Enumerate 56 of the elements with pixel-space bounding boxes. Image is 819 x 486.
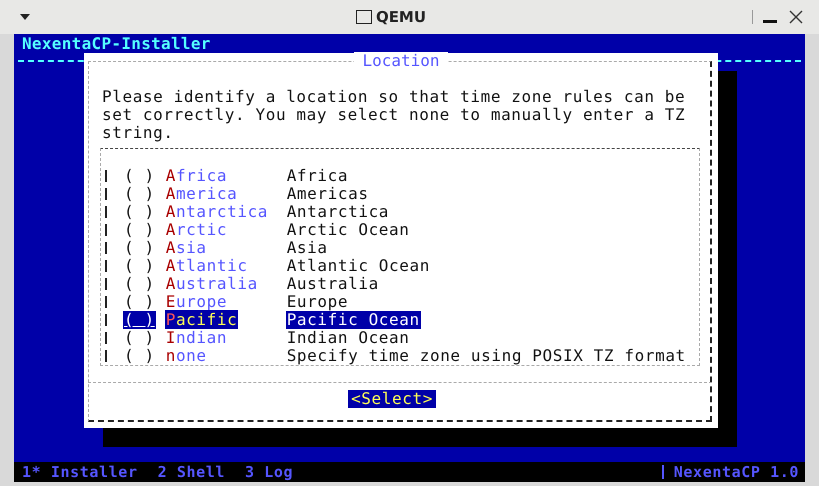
- location-description: Specify time zone using POSIX TZ format: [286, 347, 687, 365]
- radio-button[interactable]: ( ): [123, 203, 156, 221]
- location-description: Atlantic Ocean: [286, 257, 431, 275]
- location-code: Africa: [164, 167, 228, 185]
- location-item[interactable]: ( ) Australia Australia: [105, 275, 687, 293]
- radio-button[interactable]: ( ): [123, 311, 156, 329]
- location-item[interactable]: ( ) Arctic Arctic Ocean: [105, 221, 687, 239]
- select-button[interactable]: <Select>: [348, 390, 436, 408]
- location-description: Americas: [286, 185, 370, 203]
- location-description: Indian Ocean: [286, 329, 410, 347]
- radio-button[interactable]: ( ): [123, 221, 156, 239]
- location-code: none: [164, 347, 208, 365]
- location-item[interactable]: ( ) Asia Asia: [105, 239, 687, 257]
- location-description: Australia: [286, 275, 380, 293]
- radio-button[interactable]: ( ): [123, 275, 156, 293]
- console-title: NexentaCP-Installer: [22, 35, 211, 53]
- menu-caret-icon[interactable]: [20, 14, 30, 20]
- location-code: Asia: [164, 239, 208, 257]
- location-code: America: [164, 185, 238, 203]
- location-description: Antarctica: [286, 203, 390, 221]
- radio-button[interactable]: ( ): [123, 239, 156, 257]
- location-description: Africa: [286, 167, 350, 185]
- location-code: Pacific: [164, 311, 240, 329]
- radio-button[interactable]: ( ): [123, 293, 156, 311]
- console-tab[interactable]: 3 Log: [245, 460, 294, 484]
- location-item[interactable]: ( ) Antarctica Antarctica: [105, 203, 687, 221]
- location-code: Antarctica: [164, 203, 270, 221]
- radio-button[interactable]: ( ): [123, 167, 156, 185]
- radio-button[interactable]: ( ): [123, 329, 156, 347]
- location-code: Australia: [164, 275, 259, 293]
- location-item[interactable]: ( ) America Americas: [105, 185, 687, 203]
- radio-button[interactable]: ( ): [123, 185, 156, 203]
- location-description: Pacific Ocean: [286, 311, 421, 329]
- location-item[interactable]: ( ) Europe Europe: [105, 293, 687, 311]
- close-icon[interactable]: [789, 10, 803, 24]
- resize-grip-icon: [752, 10, 755, 24]
- location-item[interactable]: ( ) Pacific Pacific Ocean: [105, 311, 687, 329]
- location-code: Indian: [164, 329, 228, 347]
- radio-button[interactable]: ( ): [123, 257, 156, 275]
- location-description: Europe: [286, 293, 350, 311]
- location-code: Atlantic: [164, 257, 249, 275]
- console-tab[interactable]: 2 Shell: [158, 460, 225, 484]
- location-code: Europe: [164, 293, 228, 311]
- location-item[interactable]: ( ) Indian Indian Ocean: [105, 329, 687, 347]
- dialog-message: Please identify a location so that time zone rules can be set correctly. You may select none to manually enter a TZ string.: [102, 88, 686, 142]
- location-code: Arctic: [164, 221, 228, 239]
- location-description: Arctic Ocean: [286, 221, 410, 239]
- window-icon: [356, 10, 372, 24]
- location-item[interactable]: ( ) Africa Africa: [105, 167, 687, 185]
- product-version: NexentaCP 1.0: [662, 465, 805, 479]
- location-description: Asia: [286, 239, 329, 257]
- window-title: QEMU: [376, 6, 426, 28]
- console-tab[interactable]: 1* Installer: [22, 460, 138, 484]
- radio-button[interactable]: ( ): [123, 347, 156, 365]
- location-item[interactable]: ( ) Atlantic Atlantic Ocean: [105, 257, 687, 275]
- location-item[interactable]: ( ) none Specify time zone using POSIX TZ format: [105, 347, 687, 365]
